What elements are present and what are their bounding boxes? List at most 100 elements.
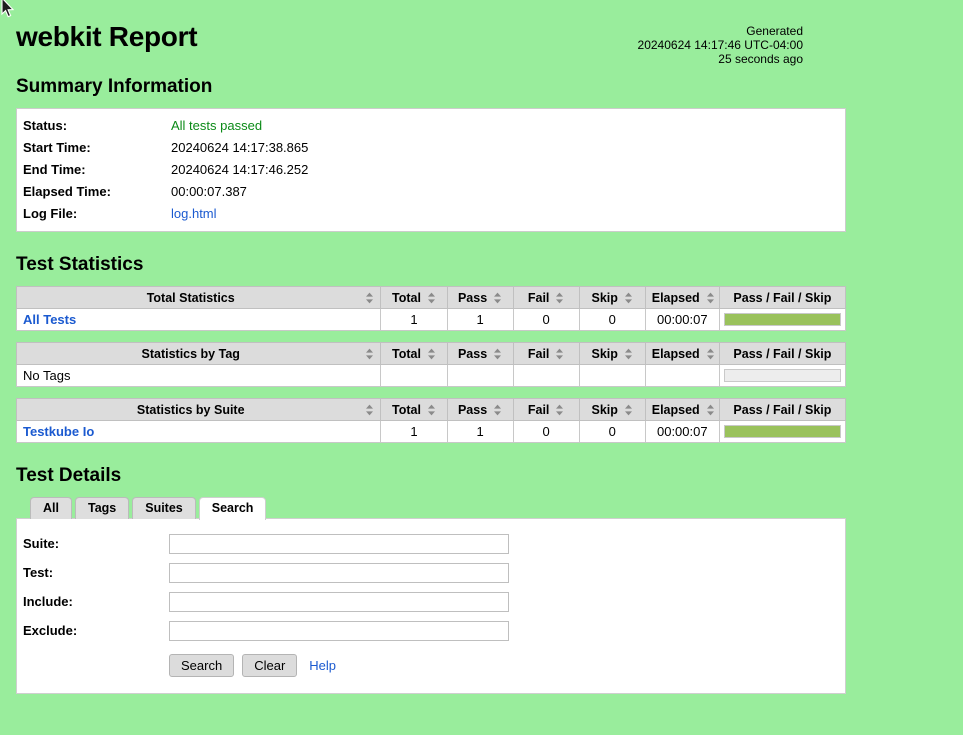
statistics-row-name[interactable]: Testkube Io <box>17 421 381 443</box>
statistics-column-label: Total <box>392 347 421 361</box>
statistics-column-header[interactable]: Total <box>381 399 447 421</box>
summary-row: Start Time: 20240624 14:17:38.865 <box>17 137 845 159</box>
statistics-name-header[interactable]: Total Statistics <box>17 287 381 309</box>
statistics-header-row: Statistics by Tag Total Pass Fail Skip Elapse… <box>17 343 846 365</box>
statistics-column-label: Fail <box>528 347 550 361</box>
sort-updown-icon[interactable] <box>555 404 564 416</box>
table-row: Testkube Io110000:00:07 <box>17 421 846 443</box>
summary-information-table: Status:All tests passedStart Time: 202406… <box>16 108 846 232</box>
statistics-cell-fail <box>513 365 579 387</box>
statistics-cell-elapsed: 00:00:07 <box>645 421 719 443</box>
include-input[interactable] <box>169 592 509 612</box>
sort-updown-icon[interactable] <box>427 292 436 304</box>
statistics-column-label: Pass / Fail / Skip <box>733 403 831 417</box>
search-actions: Search Clear Help <box>17 654 845 677</box>
statistics-column-header[interactable]: Fail <box>513 399 579 421</box>
statistics-column-header[interactable]: Pass <box>447 399 513 421</box>
statistics-column-header[interactable]: Pass <box>447 287 513 309</box>
statistics-header-row: Total StatisticsTotal Pass Fail Skip Elapsed… <box>17 287 846 309</box>
statistics-row-link[interactable]: Testkube Io <box>23 424 94 439</box>
summary-row: Status:All tests passed <box>17 115 845 137</box>
sort-updown-icon[interactable] <box>555 348 564 360</box>
sort-updown-icon[interactable] <box>624 404 633 416</box>
search-field-row: Suite: <box>17 529 845 558</box>
test-statistics-heading: Test Statistics <box>16 254 947 276</box>
statistics-column-header[interactable]: Elapsed <box>645 287 719 309</box>
statistics-column-header[interactable]: Skip <box>579 287 645 309</box>
statistics-cell-total: 1 <box>381 421 447 443</box>
help-link[interactable]: Help <box>309 658 336 673</box>
sort-updown-icon[interactable] <box>706 404 715 416</box>
sort-updown-icon[interactable] <box>427 348 436 360</box>
table-row: No Tags <box>17 365 846 387</box>
summary-row-value: 20240624 14:17:38.865 <box>165 137 845 159</box>
statistics-name-header[interactable]: Statistics by Suite <box>17 399 381 421</box>
summary-row-value: log.html <box>165 203 845 225</box>
statistics-cell-skip: 0 <box>579 309 645 331</box>
statistics-column-label: Skip <box>592 291 618 305</box>
tab-suites[interactable]: Suites <box>132 497 196 519</box>
sort-updown-icon[interactable] <box>493 404 502 416</box>
search-panel: Suite:Test:Include:Exclude: Search Clear… <box>16 518 846 694</box>
clear-button[interactable]: Clear <box>242 654 297 677</box>
generated-label: Generated <box>638 24 803 38</box>
statistics-column-header[interactable]: Skip <box>579 343 645 365</box>
generated-timestamp: 20240624 14:17:46 UTC-04:00 <box>638 38 803 52</box>
exclude-input[interactable] <box>169 621 509 641</box>
statistics-column-label: Skip <box>592 403 618 417</box>
statistics-column-header[interactable]: Pass <box>447 343 513 365</box>
log-file-link[interactable]: log.html <box>171 206 217 221</box>
statistics-row-name[interactable]: All Tests <box>17 309 381 331</box>
sort-updown-icon[interactable] <box>427 404 436 416</box>
sort-updown-icon[interactable] <box>624 348 633 360</box>
statistics-column-header[interactable]: Elapsed <box>645 343 719 365</box>
statistics-cell-elapsed <box>645 365 719 387</box>
sort-updown-icon[interactable] <box>365 292 374 304</box>
statistics-column-header[interactable]: Total <box>381 343 447 365</box>
sort-updown-icon[interactable] <box>493 348 502 360</box>
statistics-row-link[interactable]: All Tests <box>23 312 76 327</box>
tab-all[interactable]: All <box>30 497 72 519</box>
tab-search[interactable]: Search <box>199 497 267 520</box>
sort-updown-icon[interactable] <box>706 348 715 360</box>
sort-updown-icon[interactable] <box>365 348 374 360</box>
statistics-cell-skip: 0 <box>579 421 645 443</box>
summary-row-label: End Time: <box>17 159 165 181</box>
statistics-column-header[interactable]: Skip <box>579 399 645 421</box>
pass-fail-skip-bar <box>719 365 845 387</box>
statistics-column-label: Elapsed <box>652 291 700 305</box>
sort-updown-icon[interactable] <box>493 292 502 304</box>
sort-updown-icon[interactable] <box>624 292 633 304</box>
statistics-tables: Total StatisticsTotalPassFailSkipElapsed… <box>16 286 947 443</box>
statistics-cell-skip <box>579 365 645 387</box>
bar-pass-segment <box>725 314 840 325</box>
sort-updown-icon[interactable] <box>706 292 715 304</box>
summary-value-text: 00:00:07.387 <box>171 184 247 199</box>
statistics-name-header[interactable]: Statistics by Tag <box>17 343 381 365</box>
statistics-column-header[interactable]: Fail <box>513 343 579 365</box>
summary-value-text: 20240624 14:17:46.252 <box>171 162 308 177</box>
statistics-column-header[interactable]: Elapsed <box>645 399 719 421</box>
tab-tags[interactable]: Tags <box>75 497 129 519</box>
statistics-column-label: Fail <box>528 291 550 305</box>
statistics-cell-total <box>381 365 447 387</box>
sort-updown-icon[interactable] <box>555 292 564 304</box>
statistics-column-label: Skip <box>592 347 618 361</box>
statistics-column-label: Fail <box>528 403 550 417</box>
test-input[interactable] <box>169 563 509 583</box>
statistics-column-label: Pass / Fail / Skip <box>733 291 831 305</box>
suite-input[interactable] <box>169 534 509 554</box>
details-tablist: AllTagsSuitesSearch <box>16 497 947 519</box>
pass-fail-skip-bar <box>719 421 845 443</box>
suite-label: Suite: <box>23 536 169 551</box>
test-label: Test: <box>23 565 169 580</box>
statistics-column-header[interactable]: Total <box>381 287 447 309</box>
summary-value-text: 20240624 14:17:38.865 <box>171 140 308 155</box>
statistics-name-header-label: Statistics by Suite <box>137 403 245 417</box>
search-button[interactable]: Search <box>169 654 234 677</box>
summary-row-label: Start Time: <box>17 137 165 159</box>
summary-row-value: 00:00:07.387 <box>165 181 845 203</box>
statistics-column-label: Pass <box>458 291 487 305</box>
statistics-column-header[interactable]: Fail <box>513 287 579 309</box>
sort-updown-icon[interactable] <box>365 404 374 416</box>
